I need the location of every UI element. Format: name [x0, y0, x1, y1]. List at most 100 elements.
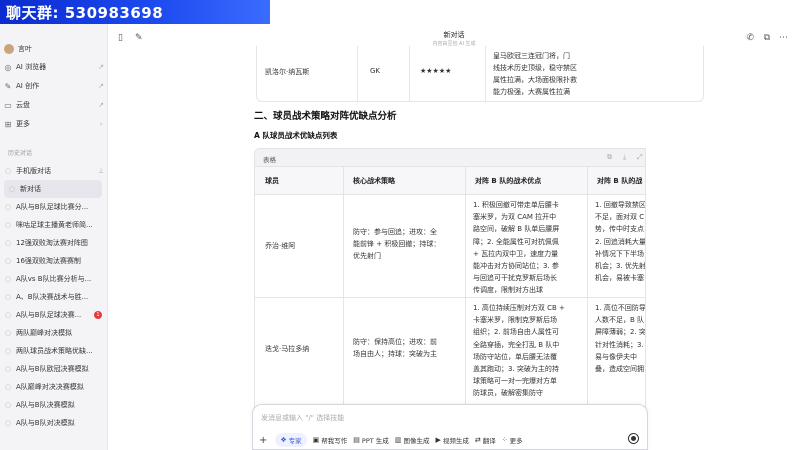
banner-overlay: 聊天群: 530983698 [0, 0, 270, 24]
phone-icon[interactable]: ✆ [746, 33, 754, 43]
column-header: 对阵 B 队的战 [587, 167, 645, 195]
chat-content: 凯洛尔·纳瓦斯 GK ★★★★★ 皇马欧冠三连冠门将，门 线技术历史顶级，稳守禁… [108, 46, 800, 450]
table-cell-cons: 1. 回撤导致禁区 不足，面对双 C 势，传中时支点 2. 回追消耗大量 补情况… [595, 201, 646, 283]
more-tools-button[interactable]: ⁘ 更多 [502, 435, 523, 445]
column-header: 对阵 B 队的战术优点 [465, 167, 587, 195]
subsection-title: A 队球员战术优缺点列表 [254, 131, 338, 140]
message-composer[interactable]: 发消息或输入 "/" 选择技能 + ❖ 专家 ▣ 帮我写作 ▤ PPT 生成 ▥… [252, 404, 648, 450]
history-item[interactable]: ○ A队与B队足球比赛分... [0, 198, 108, 216]
download-icon[interactable]: ⤓ [623, 153, 626, 162]
sidebar: 言叶 ◎ AI 浏览器 ↗ ✎ AI 创作 ↗ ▭ 云盘 ↗ ⊞ 更多 › 历史… [0, 0, 108, 450]
player-position: GK [370, 67, 381, 75]
section-title: 二、球员战术策略对阵优缺点分析 [254, 111, 397, 122]
history-item[interactable]: ○ A队与B队决赛模拟 [0, 396, 108, 414]
table-cell-player: 迭戈·马拉多纳 [265, 344, 310, 353]
previous-table-fragment: 凯洛尔·纳瓦斯 GK ★★★★★ 皇马欧冠三连冠门将，门 线技术历史顶级，稳守禁… [256, 46, 704, 102]
player-description: 皇马欧冠三连冠门将，门 线技术历史顶级，稳守禁区 属性拉满，大场面极限扑救 能力… [493, 52, 577, 96]
image-icon: ▥ [394, 436, 402, 444]
translate-button[interactable]: ⇄ 翻译 [475, 435, 496, 445]
chat-icon: ○ [4, 239, 12, 247]
history-item[interactable]: ○ 16强双败淘汰赛赛制 [0, 252, 108, 270]
divider [409, 46, 410, 102]
history-item[interactable]: ○ A队与B队足球决赛... 1 [0, 306, 108, 324]
chat-icon: ○ [4, 365, 12, 373]
sidebar-item-cloud[interactable]: ▭ 云盘 ↗ [0, 96, 108, 114]
external-link-icon: ↗ [98, 101, 104, 109]
image-gen-button[interactable]: ▥ 图像生成 [395, 435, 430, 445]
chat-icon: ○ [4, 167, 12, 175]
history-item-active[interactable]: ○ 新对话 [4, 180, 102, 198]
chat-icon: ○ [4, 383, 12, 391]
history-item[interactable]: ○ A队巅峰对决决赛模拟 [0, 378, 108, 396]
grid-icon: ⊞ [4, 119, 12, 129]
page-title: 新对话 [443, 31, 465, 39]
history-item[interactable]: ○ A队与B队欧冠决赛模拟 [0, 360, 108, 378]
banner-text: 聊天群: 530983698 [6, 3, 164, 22]
table-cell-player: 乔治·维阿 [265, 241, 296, 250]
table-cell-strategy: 防守：参与回追；进攻：全 能前锋 + 积极回撤；持球： 优先射门 [353, 228, 441, 261]
chat-icon: ○ [4, 329, 12, 337]
ppt-button[interactable]: ▤ PPT 生成 [353, 435, 389, 445]
share-icon[interactable]: ⧉ [764, 33, 770, 43]
chat-icon: ○ [8, 185, 16, 193]
table-header-bar: 表格 ⧉ ⤓ ⤢ [255, 149, 645, 167]
player-rating: ★★★★★ [420, 67, 452, 75]
history-item[interactable]: ○ A队与B队对决模拟 [0, 414, 108, 432]
translate-icon: ⇄ [474, 436, 481, 444]
chat-icon: ○ [4, 257, 12, 265]
user-profile[interactable]: 言叶 [0, 40, 108, 58]
table-cell-strategy: 防守：保持高位；进攻：前 场自由人；持球：突破为主 [353, 338, 437, 359]
browser-icon: ◎ [4, 62, 12, 72]
divider [357, 46, 358, 102]
external-link-icon: ↗ [98, 82, 104, 90]
cloud-icon: ▭ [4, 100, 12, 110]
history-item[interactable]: ○ 12强双败淘汰赛对阵图 [0, 234, 108, 252]
video-icon: ▶ [435, 436, 441, 444]
table-label: 表格 [263, 156, 276, 164]
chat-icon: ○ [4, 401, 12, 409]
pin-icon[interactable]: ⊥ [94, 167, 108, 175]
unread-badge: 1 [94, 311, 102, 319]
history-item[interactable]: ○ A队vs B队比赛分析与... [0, 270, 108, 288]
chat-icon: ○ [4, 221, 12, 229]
column-header: 球员 [255, 167, 343, 195]
add-attachment-icon[interactable]: + [259, 435, 267, 446]
voice-button[interactable] [628, 433, 639, 444]
more-icon[interactable]: ⋯ [779, 33, 788, 43]
expert-icon: ❖ [280, 436, 287, 444]
history-item[interactable]: ○ 咪咕足球主播黄老师简... [0, 216, 108, 234]
player-name: 凯洛尔·纳瓦斯 [265, 68, 310, 76]
chat-icon: ○ [4, 275, 12, 283]
composer-toolbar: + ❖ 专家 ▣ 帮我写作 ▤ PPT 生成 ▥ 图像生成 ▶ 视频生成 ⇄ 翻… [259, 433, 523, 447]
expand-icon[interactable]: ⤢ [637, 153, 643, 162]
sidebar-item-more[interactable]: ⊞ 更多 › [0, 115, 108, 133]
sidebar-item-ai-create[interactable]: ✎ AI 创作 ↗ [0, 77, 108, 95]
history-item[interactable]: ○ 两队巅峰对决模拟 [0, 324, 108, 342]
chat-icon: ○ [4, 311, 12, 319]
chat-icon: ○ [4, 203, 12, 211]
user-name: 言叶 [18, 45, 32, 53]
pen-icon: ✎ [4, 81, 12, 91]
divider [485, 46, 486, 102]
table-cell-pros: 1. 积极回撤可带走单后腰卡 塞米罗，为双 CAM 拉开中 路空间，破解 B 队… [473, 201, 560, 295]
write-icon: ▣ [312, 436, 320, 444]
column-header: 核心战术策略 [343, 167, 465, 195]
history-item[interactable]: ○ A、B队决赛战术与胜... [0, 288, 108, 306]
table-cell-cons: 1. 高位不回防导 人数不足，B 队 屏障薄弱；2. 突 针对性消耗；3. 易与… [595, 304, 646, 374]
history-item[interactable]: ○ 两队球员战术策略优缺... [0, 342, 108, 360]
history-title: 历史对话 [8, 150, 33, 157]
video-gen-button[interactable]: ▶ 视频生成 [435, 435, 468, 445]
avatar [4, 44, 14, 54]
table-cell-pros: 1. 高位持续压制对方双 CB + 卡塞米罗，限制克罗斯后场 组织；2. 前场自… [473, 304, 565, 398]
history-item[interactable]: ○ 手机版对话 ⊥ [0, 162, 108, 180]
expert-mode-button[interactable]: ❖ 专家 [275, 433, 307, 447]
ppt-icon: ▤ [353, 436, 360, 444]
message-input[interactable]: 发消息或输入 "/" 选择技能 [261, 413, 344, 423]
sidebar-item-ai-browser[interactable]: ◎ AI 浏览器 ↗ [0, 58, 108, 76]
more-icon: ⁘ [501, 436, 508, 444]
record-icon [631, 436, 636, 441]
copy-icon[interactable]: ⧉ [607, 153, 612, 162]
write-button[interactable]: ▣ 帮我写作 [313, 435, 348, 445]
chevron-right-icon: › [99, 120, 103, 128]
chat-icon: ○ [4, 293, 12, 301]
